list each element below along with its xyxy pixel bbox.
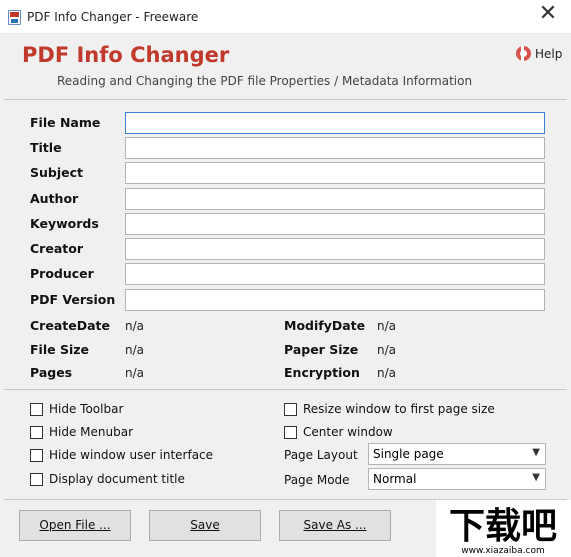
hide-menubar-checkbox[interactable] (30, 425, 43, 439)
center-window-option[interactable]: Center window (284, 425, 393, 439)
close-button[interactable]: ✕ (528, 0, 568, 30)
modify-date-label: ModifyDate (284, 318, 366, 333)
page-mode-label: Page Mode (284, 473, 350, 487)
pages-label: Pages (30, 365, 73, 380)
window-title: PDF Info Changer - Freeware (27, 10, 199, 24)
producer-label: Producer (30, 266, 94, 281)
page-mode-select[interactable]: Normal ▼ (368, 468, 546, 490)
xiazaiba-watermark-logo: 下载吧 www.xiazaiba.com (436, 500, 571, 557)
app-subtitle: Reading and Changing the PDF file Proper… (57, 74, 473, 88)
display-doc-title-checkbox[interactable] (30, 472, 43, 486)
create-date-label: CreateDate (30, 318, 110, 333)
subject-label: Subject (30, 165, 83, 180)
file-name-label: File Name (30, 115, 101, 130)
svg-text:www.xiazaiba.com: www.xiazaiba.com (461, 546, 545, 556)
header-divider (4, 99, 567, 100)
chevron-down-icon: ▼ (532, 447, 540, 458)
hide-toolbar-option[interactable]: Hide Toolbar (30, 402, 123, 416)
chevron-down-icon: ▼ (532, 472, 540, 483)
hide-window-ui-option[interactable]: Hide window user interface (30, 448, 213, 462)
lifebuoy-icon (516, 46, 531, 61)
encryption-label: Encryption (284, 365, 360, 380)
resize-window-option[interactable]: Resize window to first page size (284, 402, 495, 416)
pdf-app-icon (8, 10, 21, 25)
hide-menubar-label: Hide Menubar (49, 425, 134, 439)
author-label: Author (30, 191, 79, 206)
hide-toolbar-label: Hide Toolbar (49, 402, 124, 416)
keywords-label: Keywords (30, 216, 99, 231)
center-window-label: Center window (303, 425, 393, 439)
creator-label: Creator (30, 241, 83, 256)
resize-window-checkbox[interactable] (284, 402, 297, 416)
page-layout-select[interactable]: Single page ▼ (368, 443, 546, 465)
page-layout-value: Single page (373, 447, 444, 461)
encryption-value: n/a (377, 366, 397, 380)
paper-size-label: Paper Size (284, 342, 359, 357)
open-file-button[interactable]: Open File ... (19, 510, 131, 541)
producer-input[interactable] (125, 263, 545, 285)
hide-toolbar-checkbox[interactable] (30, 402, 43, 416)
help-link[interactable]: Help (516, 46, 562, 61)
author-input[interactable] (125, 188, 545, 210)
header: PDF Info Changer Reading and Changing th… (0, 34, 571, 100)
file-size-value: n/a (125, 343, 145, 357)
options-divider (4, 389, 567, 390)
hide-menubar-option[interactable]: Hide Menubar (30, 425, 133, 439)
display-doc-title-label: Display document title (49, 472, 185, 486)
file-size-label: File Size (30, 342, 89, 357)
pages-value: n/a (125, 366, 145, 380)
svg-text:下载吧: 下载吧 (449, 506, 557, 547)
help-label: Help (535, 46, 563, 61)
title-input[interactable] (125, 137, 545, 159)
title-label: Title (30, 140, 62, 155)
app-heading: PDF Info Changer (22, 43, 230, 67)
page-layout-label: Page Layout (284, 448, 358, 462)
page-mode-value: Normal (373, 472, 417, 486)
modify-date-value: n/a (377, 319, 397, 333)
keywords-input[interactable] (125, 213, 545, 235)
pdf-version-label: PDF Version (30, 292, 116, 307)
hide-window-ui-label: Hide window user interface (49, 448, 214, 462)
subject-input[interactable] (125, 162, 545, 184)
resize-window-label: Resize window to first page size (303, 402, 495, 416)
title-bar: PDF Info Changer - Freeware ✕ (0, 0, 571, 34)
pdf-version-input[interactable] (125, 289, 545, 311)
save-as-button[interactable]: Save As ... (279, 510, 391, 541)
display-doc-title-option[interactable]: Display document title (30, 472, 185, 486)
save-button[interactable]: Save (149, 510, 261, 541)
center-window-checkbox[interactable] (284, 425, 297, 439)
create-date-value: n/a (125, 319, 145, 333)
file-name-input[interactable] (125, 112, 545, 134)
creator-input[interactable] (125, 238, 545, 260)
hide-window-ui-checkbox[interactable] (30, 448, 43, 462)
paper-size-value: n/a (377, 343, 397, 357)
